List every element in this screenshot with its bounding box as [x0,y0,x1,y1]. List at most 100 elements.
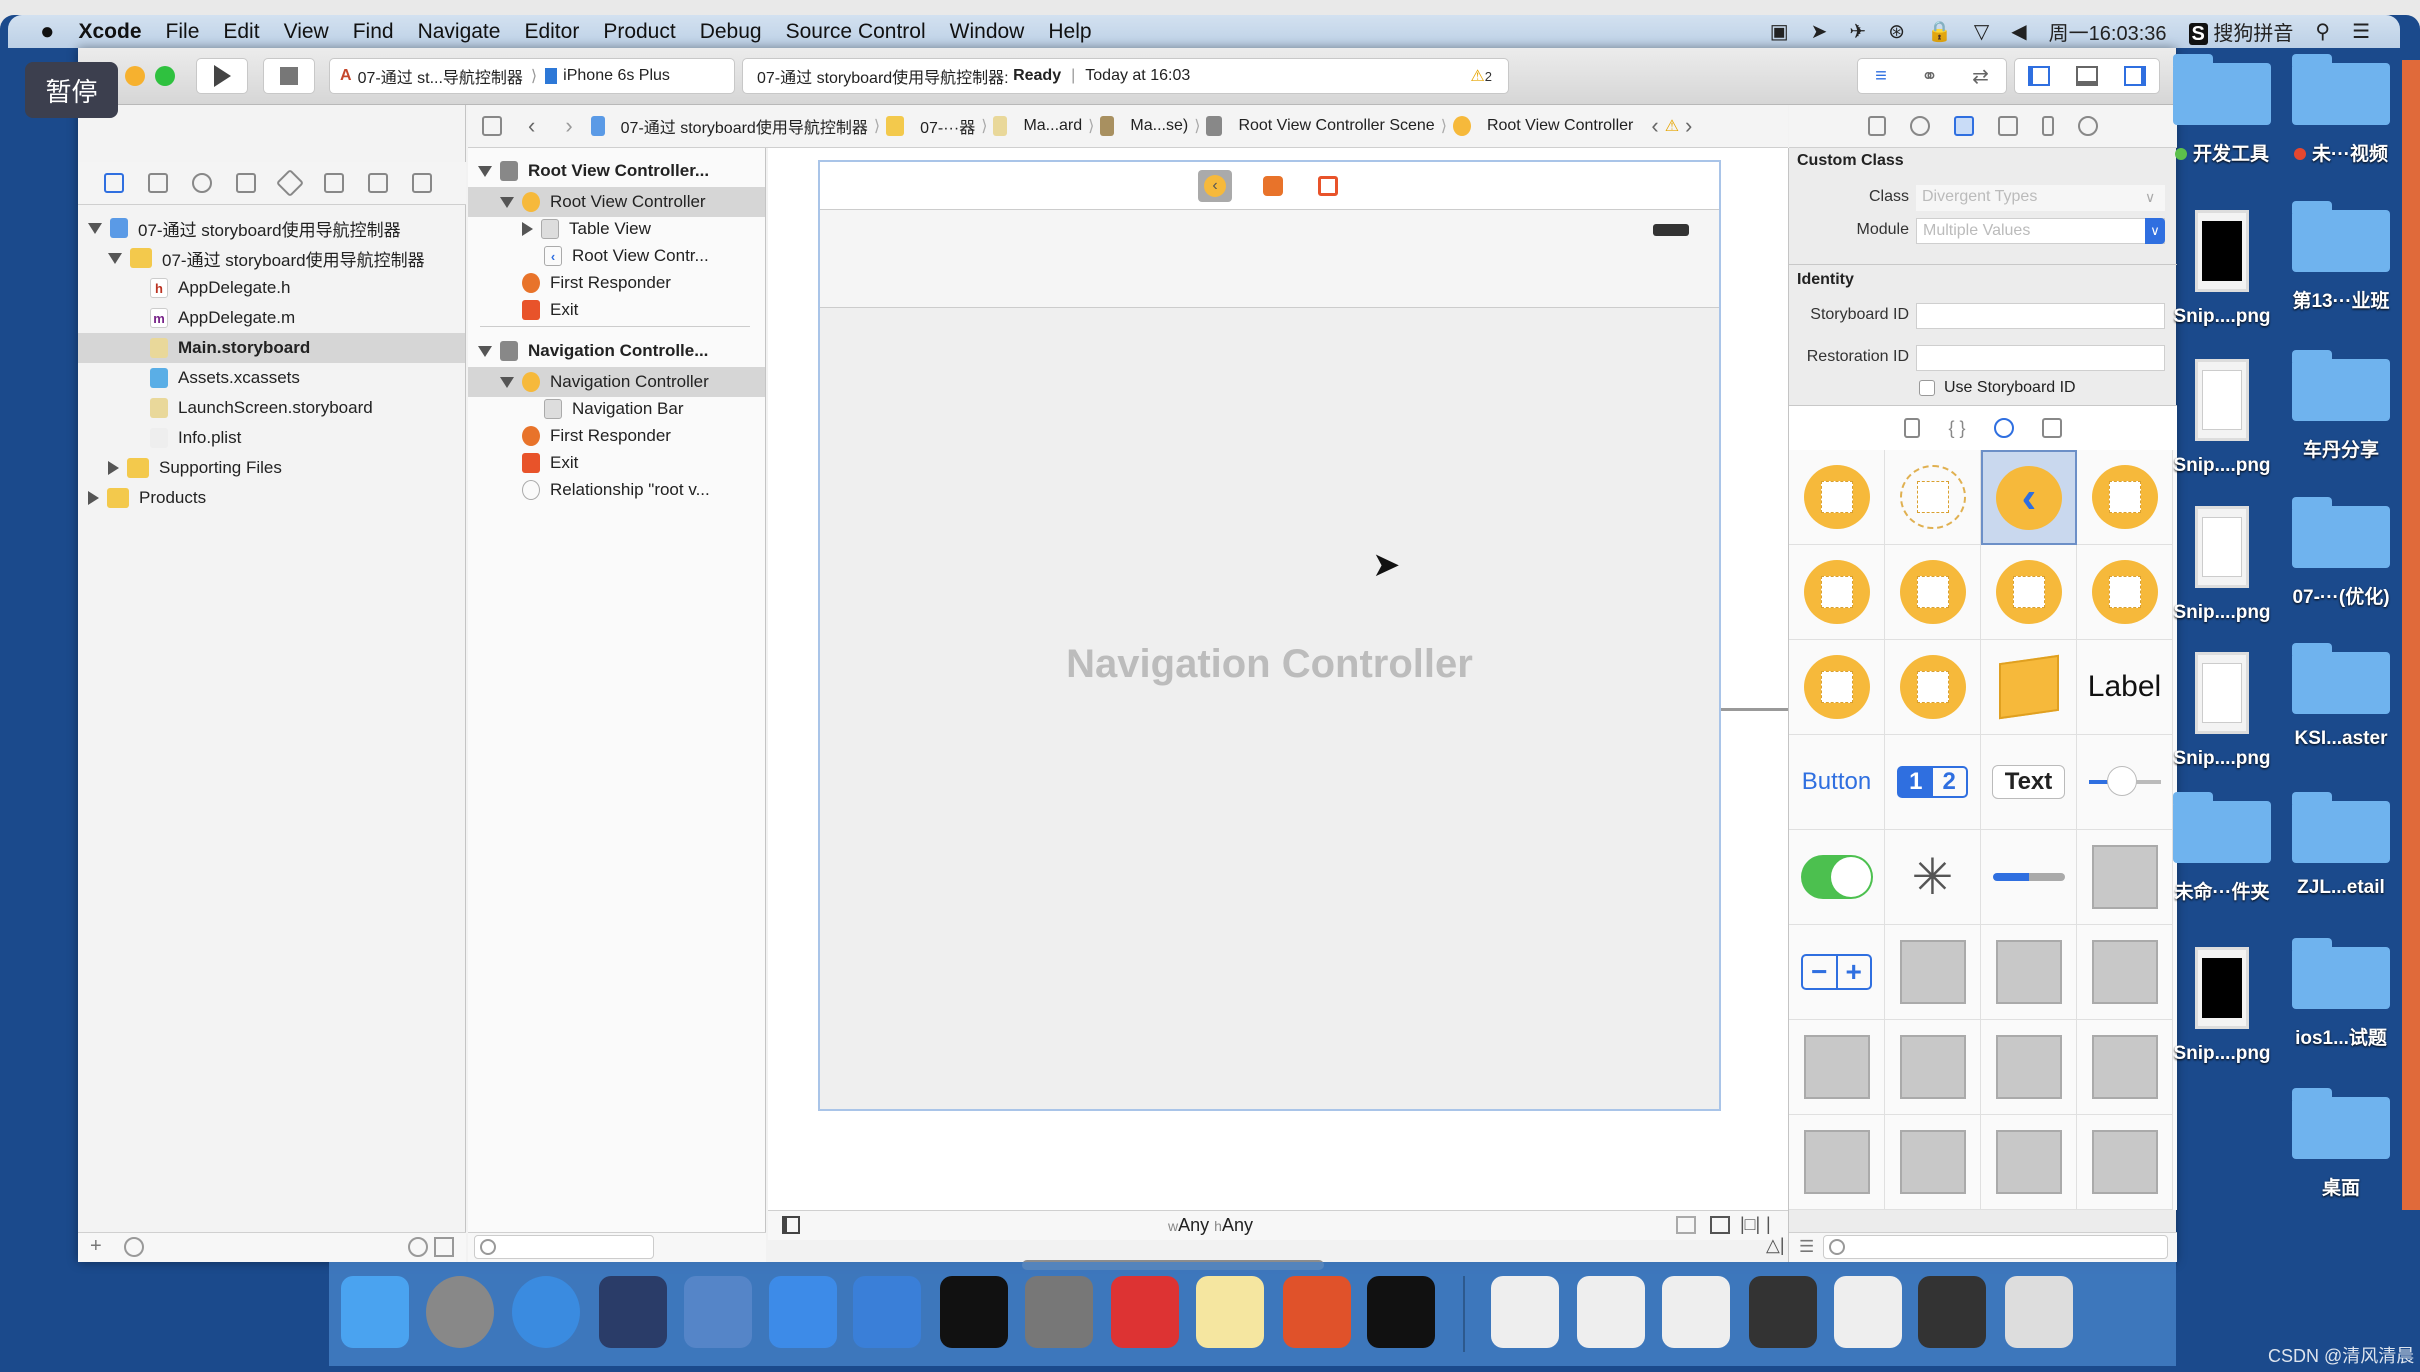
file-tree-item[interactable]: m AppDelegate.m [78,303,465,333]
library-item-label[interactable]: Label [2077,640,2173,735]
library-item-collection-view[interactable] [1981,1020,2077,1115]
storyboard-id-field[interactable] [1916,303,2165,329]
toggle-outline-icon[interactable] [782,1216,800,1234]
outline-item[interactable]: First Responder [468,421,765,451]
menu-editor[interactable]: Editor [524,20,579,44]
outline-item[interactable]: Root View Controller... [468,156,765,186]
previous-issue-icon[interactable]: ‹ [1651,113,1658,139]
doc-6-icon[interactable] [1918,1276,1986,1348]
module-field[interactable]: Multiple Values [1916,218,2165,244]
disclosure-closed-icon[interactable] [522,222,533,236]
desktop-item[interactable]: 07-···(优化) [2281,497,2401,609]
class-dropdown-chevron-icon[interactable]: ∨ [2145,189,2155,206]
jump-item[interactable]: Ma...se) [1130,117,1188,135]
back-icon[interactable]: ‹ [528,113,535,139]
toggle-navigator-icon[interactable] [2028,66,2050,86]
library-item-tab-bar-controller[interactable] [1885,545,1981,640]
xcode-icon[interactable] [769,1276,837,1348]
instruments-icon[interactable] [853,1276,921,1348]
wifi-icon[interactable]: ▽ [1974,19,1989,44]
library-item-vertical-stack-view[interactable] [1981,925,2077,1020]
outline-item[interactable]: Exit [468,448,765,478]
library-item-image-view[interactable] [1885,1020,1981,1115]
file-tree-item[interactable]: LaunchScreen.storyboard [78,393,465,423]
spotlight-icon[interactable]: ⚲ [2315,19,2330,44]
powerpoint-icon[interactable] [1283,1276,1351,1348]
apple-menu-icon[interactable]: ● [40,18,55,46]
minimize-button[interactable] [125,66,145,86]
desktop-item[interactable]: ZJL...etail [2281,792,2401,899]
input-method[interactable]: S 搜狗拼音 [2188,17,2293,46]
desktop-item[interactable]: 桌面 [2281,1088,2401,1200]
desktop-item[interactable]: Snip....png [2162,506,2282,624]
console-icon[interactable] [1367,1276,1435,1348]
library-item-horizontal-stack-view[interactable] [1885,925,1981,1020]
mouse-icon[interactable] [599,1276,667,1348]
code-snippet-library-icon[interactable]: { } [1948,418,1965,439]
desktop-item[interactable]: 未···视频 [2281,54,2401,166]
library-item-av-player-view-controller[interactable] [1885,640,1981,735]
desktop-item[interactable]: 车丹分享 [2281,350,2401,462]
report-navigator-tab-icon[interactable] [412,173,432,193]
media-library-icon[interactable] [2041,418,2062,438]
desktop-item[interactable]: Snip....png [2162,652,2282,770]
location-icon[interactable]: ➤ [1811,19,1828,44]
desktop-item[interactable]: 未命···件夹 [2162,792,2282,904]
recent-files-icon[interactable] [408,1237,428,1257]
library-item-table-view-controller[interactable] [2077,450,2173,545]
issue-navigator-tab-icon[interactable] [236,173,256,193]
doc-5-icon[interactable] [1834,1276,1902,1348]
disclosure-open-icon[interactable] [500,376,514,388]
debug-navigator-tab-icon[interactable] [324,173,344,193]
doc-3-icon[interactable] [1662,1276,1730,1348]
quick-help-tab-icon[interactable] [1910,116,1930,136]
library-item-slider[interactable] [2077,735,2173,830]
library-item-button[interactable]: Button [1789,735,1885,830]
standard-editor-icon[interactable]: ≡ [1875,65,1887,88]
issue-warning-icon[interactable]: ⚠ [1665,116,1679,136]
library-item-table-view-cell[interactable] [1789,1020,1885,1115]
library-item-progress-view[interactable] [1981,830,2077,925]
add-icon[interactable]: + [90,1235,102,1258]
menu-window[interactable]: Window [950,20,1025,44]
relationship-segue-line[interactable] [1721,708,1788,711]
desktop-item[interactable]: Snip....png [2162,359,2282,477]
notes-icon[interactable] [1196,1276,1264,1348]
terminal-icon[interactable] [940,1276,1008,1348]
assistant-editor-icon[interactable]: ⚭ [1921,64,1938,89]
desktop-item[interactable]: ios1...试题 [2281,938,2401,1050]
system-preferences-icon[interactable] [1025,1276,1093,1348]
library-item-text-field[interactable]: Text [1981,735,2077,830]
forward-icon[interactable]: › [565,113,572,139]
outline-item[interactable]: Navigation Bar [468,394,765,424]
library-filter-input[interactable] [1823,1235,2168,1259]
jump-item[interactable]: 07-通过 storyboard使用导航控制器 [621,114,868,138]
file-tree-item[interactable]: Products [78,483,465,513]
menu-help[interactable]: Help [1048,20,1091,44]
desktop-item[interactable]: 开发工具 [2162,54,2282,166]
storyboard-canvas[interactable]: ‹ Navigation Controller ➤ wAny hAny |□| … [768,148,1861,1270]
file-tree-item[interactable]: Info.plist [78,423,465,453]
size-class-button[interactable]: wAny hAny [1168,1215,1253,1236]
menu-file[interactable]: File [166,20,200,44]
symbol-navigator-tab-icon[interactable] [148,173,168,193]
toggle-utilities-icon[interactable] [2124,66,2146,86]
library-item-stepper[interactable]: − + [1789,925,1885,1020]
stop-button[interactable] [263,58,315,94]
library-item-page-control[interactable] [2077,830,2173,925]
menu-navigate[interactable]: Navigate [418,20,501,44]
toggle-debug-area-icon[interactable] [2076,66,2098,86]
file-template-library-icon[interactable] [1904,418,1921,438]
stack-icon[interactable] [1676,1216,1696,1234]
outline-item[interactable]: Exit [468,295,765,325]
jump-item[interactable]: Ma...ard [1023,117,1082,135]
jump-item[interactable]: Root View Controller [1487,117,1633,135]
disclosure-open-icon[interactable] [500,196,514,208]
size-inspector-tab-icon[interactable] [2042,116,2054,136]
volume-icon[interactable]: ◀ [2011,19,2026,44]
project-navigator-tab-icon[interactable] [104,173,124,193]
menu-edit[interactable]: Edit [223,20,259,44]
safari-icon[interactable] [512,1276,580,1348]
resolve-issues-icon[interactable]: |△| [1766,1214,1788,1256]
library-item-collection-reusable-view[interactable] [1789,1115,1885,1210]
